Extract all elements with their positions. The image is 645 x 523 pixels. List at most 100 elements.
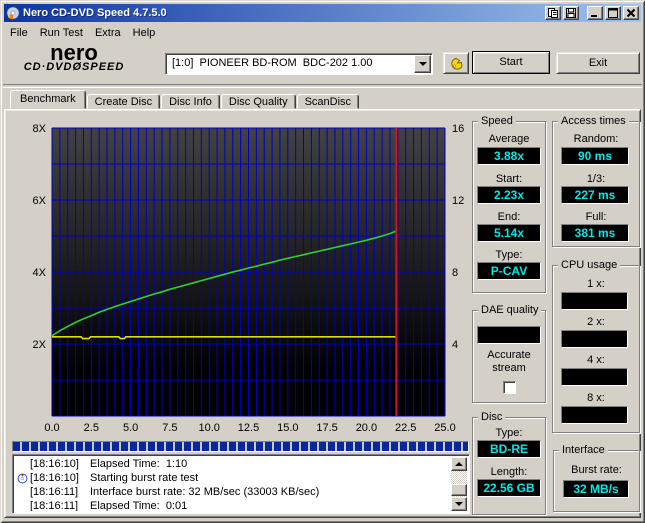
speed-end-label: End: [497, 211, 521, 223]
cd-dvd-speed-logo-text: CD·DVDØSPEED [23, 61, 125, 73]
log-listbox[interactable]: [18:16:10] Elapsed Time: 1:10 [18:16:10]… [12, 454, 470, 514]
window-title: Nero CD-DVD Speed 4.7.5.0 [23, 7, 167, 19]
log-row[interactable]: [18:16:11] Interface burst rate: 32 MB/s… [15, 485, 451, 499]
accurate-stream-checkbox[interactable] [503, 381, 516, 394]
close-button[interactable] [623, 6, 639, 20]
speed-average-value: 3.88x [477, 147, 541, 165]
log-scrollbar[interactable] [451, 457, 467, 511]
speed-start-value: 2.23x [477, 186, 541, 204]
svg-text:2X: 2X [33, 339, 47, 351]
access-times-panel-title: Access times [558, 115, 629, 128]
svg-text:8: 8 [452, 267, 458, 279]
log-message: Elapsed Time: 0:01 [90, 500, 188, 511]
floppy-icon [566, 8, 576, 18]
arrow-down-icon [455, 502, 463, 506]
svg-text:17.5: 17.5 [316, 422, 337, 434]
svg-text:8X: 8X [33, 123, 47, 135]
nero-logo-wordmark: nero [50, 40, 98, 65]
svg-text:15.0: 15.0 [277, 422, 298, 434]
tab-disc-quality[interactable]: Disc Quality [220, 94, 296, 109]
dae-quality-panel: DAE quality Accurate stream [472, 304, 546, 403]
log-message: Starting burst rate test [90, 472, 199, 484]
cpu-usage-panel-title: CPU usage [558, 259, 621, 272]
svg-text:4X: 4X [33, 267, 47, 279]
chevron-down-icon [418, 62, 427, 66]
tab-strip: Benchmark Create Disc Disc Info Disc Qua… [10, 90, 360, 109]
menu-run-test[interactable]: Run Test [34, 25, 89, 41]
disc-type-label: Type: [495, 427, 523, 439]
maximize-button[interactable] [605, 6, 621, 20]
log-row[interactable]: [18:16:10] Starting burst rate test [15, 471, 451, 485]
svg-text:16: 16 [452, 123, 464, 135]
tab-benchmark[interactable]: Benchmark [10, 90, 86, 109]
drive-select-dropdown-button[interactable] [414, 55, 431, 73]
menu-help[interactable]: Help [127, 25, 162, 41]
speed-start-label: Start: [495, 173, 523, 185]
access-full-value: 381 ms [561, 224, 629, 242]
start-button[interactable]: Start [472, 51, 550, 74]
tab-disc-info[interactable]: Disc Info [161, 94, 220, 109]
exit-button[interactable]: Exit [556, 52, 640, 74]
disc-length-label: Length: [490, 466, 528, 478]
speed-type-value: P-CAV [477, 262, 541, 280]
speed-panel: Speed Average 3.88x Start: 2.23x End: 5.… [472, 115, 546, 293]
burst-rate-value: 32 MB/s [563, 480, 629, 498]
drive-select[interactable]: [1:0] PIONEER BD-ROM BDC-202 1.00 [165, 53, 433, 75]
cpu-4x-label: 4 x: [587, 354, 605, 366]
app-icon[interactable] [6, 6, 20, 20]
scrollbar-thumb[interactable] [451, 484, 467, 496]
access-third-label: 1/3: [586, 173, 606, 185]
disc-test-icon [15, 473, 30, 484]
menu-extra[interactable]: Extra [89, 25, 127, 41]
menu-file[interactable]: File [4, 25, 34, 41]
titlebar-buttons [543, 6, 639, 20]
copy-report-button[interactable] [545, 6, 561, 20]
cpu-1x-label: 1 x: [587, 278, 605, 290]
dae-quality-panel-title: DAE quality [478, 304, 542, 317]
benchmark-chart: 8X 6X 4X 2X 16 12 8 4 0.0 2.5 5.0 7.5 10.0 12.5 15.0 17… [10, 122, 472, 440]
accurate-stream-label: Accurate stream [487, 349, 531, 374]
disc-type-value: BD-RE [477, 440, 541, 458]
copy-icon [548, 8, 558, 18]
access-times-panel: Access times Random: 90 ms 1/3: 227 ms F… [552, 115, 640, 247]
log-timestamp: [18:16:11] [30, 486, 79, 498]
speed-chart-svg: 8X 6X 4X 2X 16 12 8 4 0.0 2.5 5.0 7.5 10.0 12.5 15.0 17… [33, 123, 465, 434]
speed-average-label: Average [488, 133, 530, 145]
svg-text:12: 12 [452, 195, 464, 207]
access-full-label: Full: [585, 211, 607, 223]
close-icon [626, 8, 636, 18]
speed-panel-title: Speed [478, 115, 516, 128]
hand-icon [450, 57, 462, 70]
eject-button[interactable] [443, 52, 469, 74]
cpu-8x-value [561, 406, 628, 424]
svg-text:12.5: 12.5 [238, 422, 259, 434]
tab-create-disc[interactable]: Create Disc [86, 94, 161, 109]
svg-text:6X: 6X [33, 195, 47, 207]
log-row[interactable]: [18:16:11] Elapsed Time: 0:01 [15, 499, 451, 511]
disc-panel-title: Disc [478, 411, 506, 424]
minimize-button[interactable] [587, 6, 603, 20]
log-row[interactable]: [18:16:10] Elapsed Time: 1:10 [15, 457, 451, 471]
disc-length-value: 22.56 GB [477, 479, 541, 497]
disc-panel: Disc Type: BD-RE Length: 22.56 GB [472, 411, 546, 515]
save-button[interactable] [563, 6, 579, 20]
interface-panel-title: Interface [559, 444, 608, 457]
svg-text:10.0: 10.0 [198, 422, 219, 434]
menu-bar: File Run Test Extra Help [4, 23, 641, 42]
window-titlebar: Nero CD-DVD Speed 4.7.5.0 [4, 4, 641, 22]
scroll-down-button[interactable] [451, 497, 467, 511]
drive-select-value: [1:0] PIONEER BD-ROM BDC-202 1.00 [172, 57, 373, 69]
log-timestamp: [18:16:11] [30, 500, 79, 511]
log-timestamp: [18:16:10] [30, 472, 79, 484]
cpu-2x-label: 2 x: [587, 316, 605, 328]
nero-logo: nero CD·DVDØSPEED [8, 40, 140, 74]
access-random-value: 90 ms [561, 147, 629, 165]
svg-text:20.0: 20.0 [356, 422, 377, 434]
arrow-up-icon [455, 462, 463, 466]
log-message: Elapsed Time: 1:10 [90, 458, 188, 470]
scroll-up-button[interactable] [451, 457, 467, 471]
access-random-label: Random: [573, 133, 619, 145]
speed-type-label: Type: [495, 249, 523, 261]
tab-scandisc[interactable]: ScanDisc [296, 94, 360, 109]
log-message: Interface burst rate: 32 MB/sec (33003 K… [90, 486, 320, 498]
